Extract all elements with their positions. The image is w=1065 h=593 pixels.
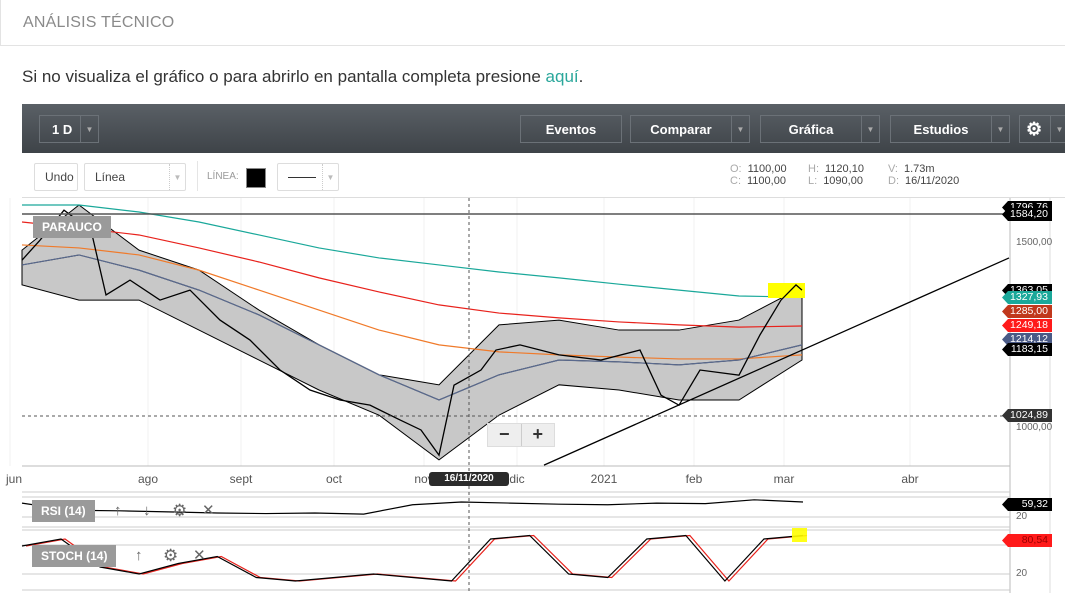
arrow-down-icon[interactable]: ↓	[143, 502, 151, 519]
close-icon[interactable]: ✕	[202, 501, 215, 519]
stoch-highlight	[792, 528, 807, 542]
rsi-label: RSI (14)	[32, 500, 95, 522]
close-icon[interactable]: ✕	[193, 546, 206, 564]
crosshair-date-label: 16/11/2020	[429, 472, 509, 486]
zoom-in-button[interactable]: +	[522, 424, 555, 446]
x-axis-month-label: feb	[685, 472, 703, 486]
arrow-up-icon[interactable]: ↑	[114, 502, 122, 519]
price-chart[interactable]	[0, 0, 1065, 593]
price-tag: 1584,20	[1002, 208, 1052, 221]
price-tag: 1183,15	[1002, 343, 1052, 356]
x-axis-month-label: dic	[509, 472, 525, 486]
stoch-value-tag: 80,54	[1002, 534, 1052, 547]
price-tag: 1285,00	[1002, 305, 1052, 318]
x-axis-month-label: sept	[229, 472, 253, 486]
rsi-line	[21, 499, 804, 515]
price-tag: 1024,89	[1002, 409, 1052, 422]
x-axis-month-label: ago	[137, 472, 159, 486]
x-axis-month-label: abr	[901, 472, 919, 486]
zoom-out-button[interactable]: −	[488, 424, 522, 446]
rsi-tick: 20	[1016, 511, 1028, 522]
price-tick: 1500,00	[1016, 237, 1053, 248]
rsi-value-tag: 59,32	[1002, 498, 1052, 511]
price-tag: 1249,18	[1002, 319, 1052, 332]
arrow-up-icon[interactable]: ↑	[135, 547, 143, 564]
symbol-label: PARAUCO	[33, 216, 111, 238]
x-axis-month-label: 2021	[590, 472, 618, 486]
price-highlight	[768, 283, 805, 298]
x-axis-month-label: jun	[5, 472, 23, 486]
price-tag: 1327,93	[1002, 291, 1052, 304]
x-axis-month-label: mar	[773, 472, 795, 486]
stoch-label: STOCH (14)	[32, 545, 117, 567]
stoch-tick: 20	[1016, 568, 1028, 579]
price-tick: 1000,00	[1016, 422, 1053, 433]
gear-icon[interactable]: ⚙	[172, 501, 187, 521]
x-axis-month-label: oct	[325, 472, 343, 486]
zoom-control: − +	[487, 423, 555, 447]
gear-icon[interactable]: ⚙	[163, 546, 178, 566]
